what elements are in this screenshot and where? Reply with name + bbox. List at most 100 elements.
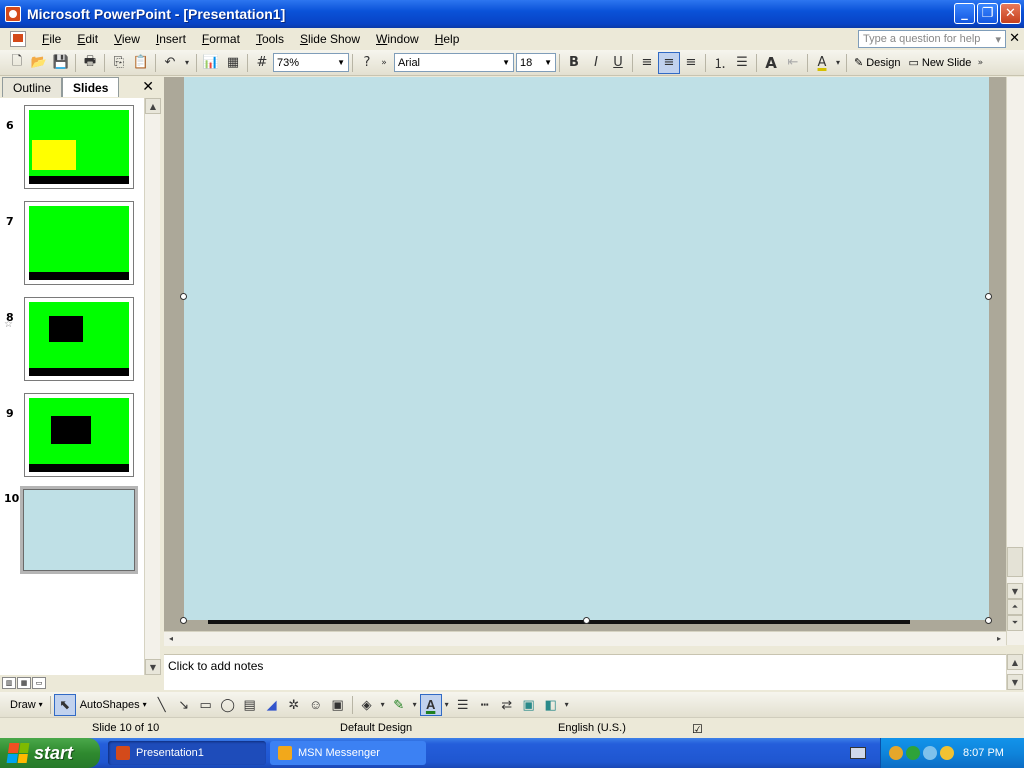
slide-sorter-view-icon[interactable]: ▦ — [17, 677, 31, 689]
dash-style-icon[interactable]: ┅ — [474, 694, 496, 716]
font-select[interactable]: Arial ▼ — [394, 53, 514, 72]
notes-scrollbar[interactable]: ▲ ▼ — [1006, 654, 1024, 690]
toolbar-options-icon[interactable]: ▾ — [562, 694, 572, 716]
paste-icon[interactable]: 📋 — [130, 52, 152, 74]
messenger-tray-icon[interactable] — [889, 746, 903, 760]
toolbar-options-icon[interactable]: » — [378, 52, 390, 74]
menu-file[interactable]: File — [34, 30, 69, 48]
undo-icon[interactable]: ↶ — [159, 52, 181, 74]
shadow-style-icon[interactable]: ▣ — [518, 694, 540, 716]
design-button[interactable]: ✎ Design — [850, 56, 904, 70]
resize-handle-left[interactable] — [180, 293, 187, 300]
chevron-down-icon[interactable]: ▾ — [995, 33, 1001, 46]
font-color-icon[interactable]: A — [811, 52, 833, 74]
powerpoint-icon[interactable] — [5, 6, 21, 22]
tab-slides[interactable]: Slides — [62, 77, 120, 97]
resize-handle-bottom-left[interactable] — [180, 617, 187, 624]
underline-button[interactable]: U — [607, 52, 629, 74]
current-slide[interactable] — [184, 77, 989, 620]
clipart-icon[interactable]: ☺ — [305, 694, 327, 716]
scroll-up-icon[interactable]: ▲ — [145, 98, 161, 114]
slide-thumbnail-10[interactable] — [20, 486, 138, 574]
document-close-icon[interactable]: ✕ — [1009, 30, 1020, 46]
arrow-style-icon[interactable]: ⇄ — [496, 694, 518, 716]
scroll-up-icon[interactable]: ▲ — [1007, 654, 1023, 670]
menu-help[interactable]: Help — [427, 30, 468, 48]
help-icon[interactable]: ? — [356, 52, 378, 74]
fill-color-icon[interactable]: ◈ — [356, 694, 378, 716]
line-color-icon[interactable]: ✎ — [388, 694, 410, 716]
menu-insert[interactable]: Insert — [148, 30, 194, 48]
undo-dropdown-icon[interactable]: ▾ — [181, 52, 193, 74]
thumbnails-scrollbar[interactable]: ▲ ▼ — [144, 98, 161, 675]
rectangle-icon[interactable]: ▭ — [195, 694, 217, 716]
menu-view[interactable]: View — [106, 30, 148, 48]
insert-chart-icon[interactable]: 📊 — [200, 52, 222, 74]
menu-window[interactable]: Window — [368, 30, 427, 48]
scroll-down-icon[interactable]: ▼ — [145, 659, 161, 675]
help-search-input[interactable]: Type a question for help ▾ — [858, 30, 1006, 48]
slide-show-view-icon[interactable]: ▭ — [32, 677, 46, 689]
slide-thumbnail-6[interactable] — [24, 105, 134, 189]
thumbnail-row-selected[interactable]: 10 — [0, 486, 144, 576]
search-tray-icon[interactable] — [940, 746, 954, 760]
draw-font-color-dropdown-icon[interactable]: ▾ — [442, 694, 452, 716]
slide-thumbnail-7[interactable] — [24, 201, 134, 285]
normal-view-icon[interactable]: ▥ — [2, 677, 16, 689]
resize-handle-right[interactable] — [985, 293, 992, 300]
draw-font-color-icon[interactable]: A — [419, 693, 442, 716]
save-icon[interactable]: 💾 — [50, 52, 72, 74]
bold-button[interactable]: B — [563, 52, 585, 74]
font-color-dropdown-icon[interactable]: ▾ — [833, 52, 843, 74]
italic-button[interactable]: I — [585, 52, 607, 74]
maximize-button[interactable]: ❐ — [977, 3, 998, 24]
close-button[interactable]: ✕ — [1000, 3, 1021, 24]
line-style-icon[interactable]: ☰ — [452, 694, 474, 716]
toolbar-options-icon[interactable]: » — [975, 52, 985, 74]
scroll-down-icon[interactable]: ▼ — [1007, 583, 1023, 599]
oval-icon[interactable]: ◯ — [217, 694, 239, 716]
network-tray-icon[interactable] — [906, 746, 920, 760]
line-color-dropdown-icon[interactable]: ▾ — [410, 694, 420, 716]
menu-format[interactable]: Format — [194, 30, 248, 48]
textbox-icon[interactable]: ▤ — [239, 694, 261, 716]
keyboard-icon[interactable] — [850, 747, 866, 759]
align-left-icon[interactable]: ≡ — [636, 52, 658, 74]
picture-icon[interactable]: ▣ — [327, 694, 349, 716]
slide-thumbnail-9[interactable] — [24, 393, 134, 477]
insert-table-icon[interactable]: ▦ — [222, 52, 244, 74]
slide-horizontal-scrollbar[interactable]: ◂ ▸ — [164, 631, 1006, 646]
notes-pane[interactable]: Click to add notes — [164, 654, 1006, 690]
copy-icon[interactable]: ⎘ — [108, 52, 130, 74]
line-icon[interactable]: ╲ — [151, 694, 173, 716]
volume-tray-icon[interactable] — [923, 746, 937, 760]
spelling-check-icon[interactable]: ☑ — [692, 722, 703, 736]
scroll-down-icon[interactable]: ▼ — [1007, 674, 1023, 690]
draw-menu[interactable]: Draw ▾ — [6, 699, 47, 711]
wordart-icon[interactable]: ◢ — [261, 694, 283, 716]
bullets-icon[interactable]: ☰ — [731, 52, 753, 74]
thumbnail-row[interactable]: 9 — [0, 393, 144, 477]
align-center-icon[interactable]: ≡ — [658, 51, 680, 74]
resize-handle-bottom[interactable] — [583, 617, 590, 624]
fill-color-dropdown-icon[interactable]: ▾ — [378, 694, 388, 716]
scroll-thumb[interactable] — [1007, 547, 1023, 577]
taskbar-item-presentation1[interactable]: Presentation1 — [108, 741, 266, 765]
thumbnail-row[interactable]: 7 — [0, 201, 144, 285]
slide-thumbnail-8[interactable] — [24, 297, 134, 381]
font-size-select[interactable]: 18 ▼ — [516, 53, 556, 72]
start-button[interactable]: start — [0, 738, 100, 768]
new-slide-button[interactable]: ▭ New Slide — [904, 56, 975, 70]
align-right-icon[interactable]: ≡ — [680, 52, 702, 74]
zoom-select[interactable]: 73% ▼ — [273, 53, 349, 72]
3d-style-icon[interactable]: ◧ — [540, 694, 562, 716]
panel-close-icon[interactable]: ✕ — [142, 79, 154, 95]
scroll-right-icon[interactable]: ▸ — [992, 631, 1006, 645]
select-objects-icon[interactable]: ⬉ — [53, 693, 76, 716]
previous-slide-icon[interactable]: ⏶ — [1007, 599, 1023, 615]
scroll-left-icon[interactable]: ◂ — [164, 631, 178, 645]
thumbnail-row[interactable]: 6 — [0, 105, 144, 189]
menu-tools[interactable]: Tools — [248, 30, 292, 48]
arrow-icon[interactable]: ↘ — [173, 694, 195, 716]
diagram-icon[interactable]: ✲ — [283, 694, 305, 716]
